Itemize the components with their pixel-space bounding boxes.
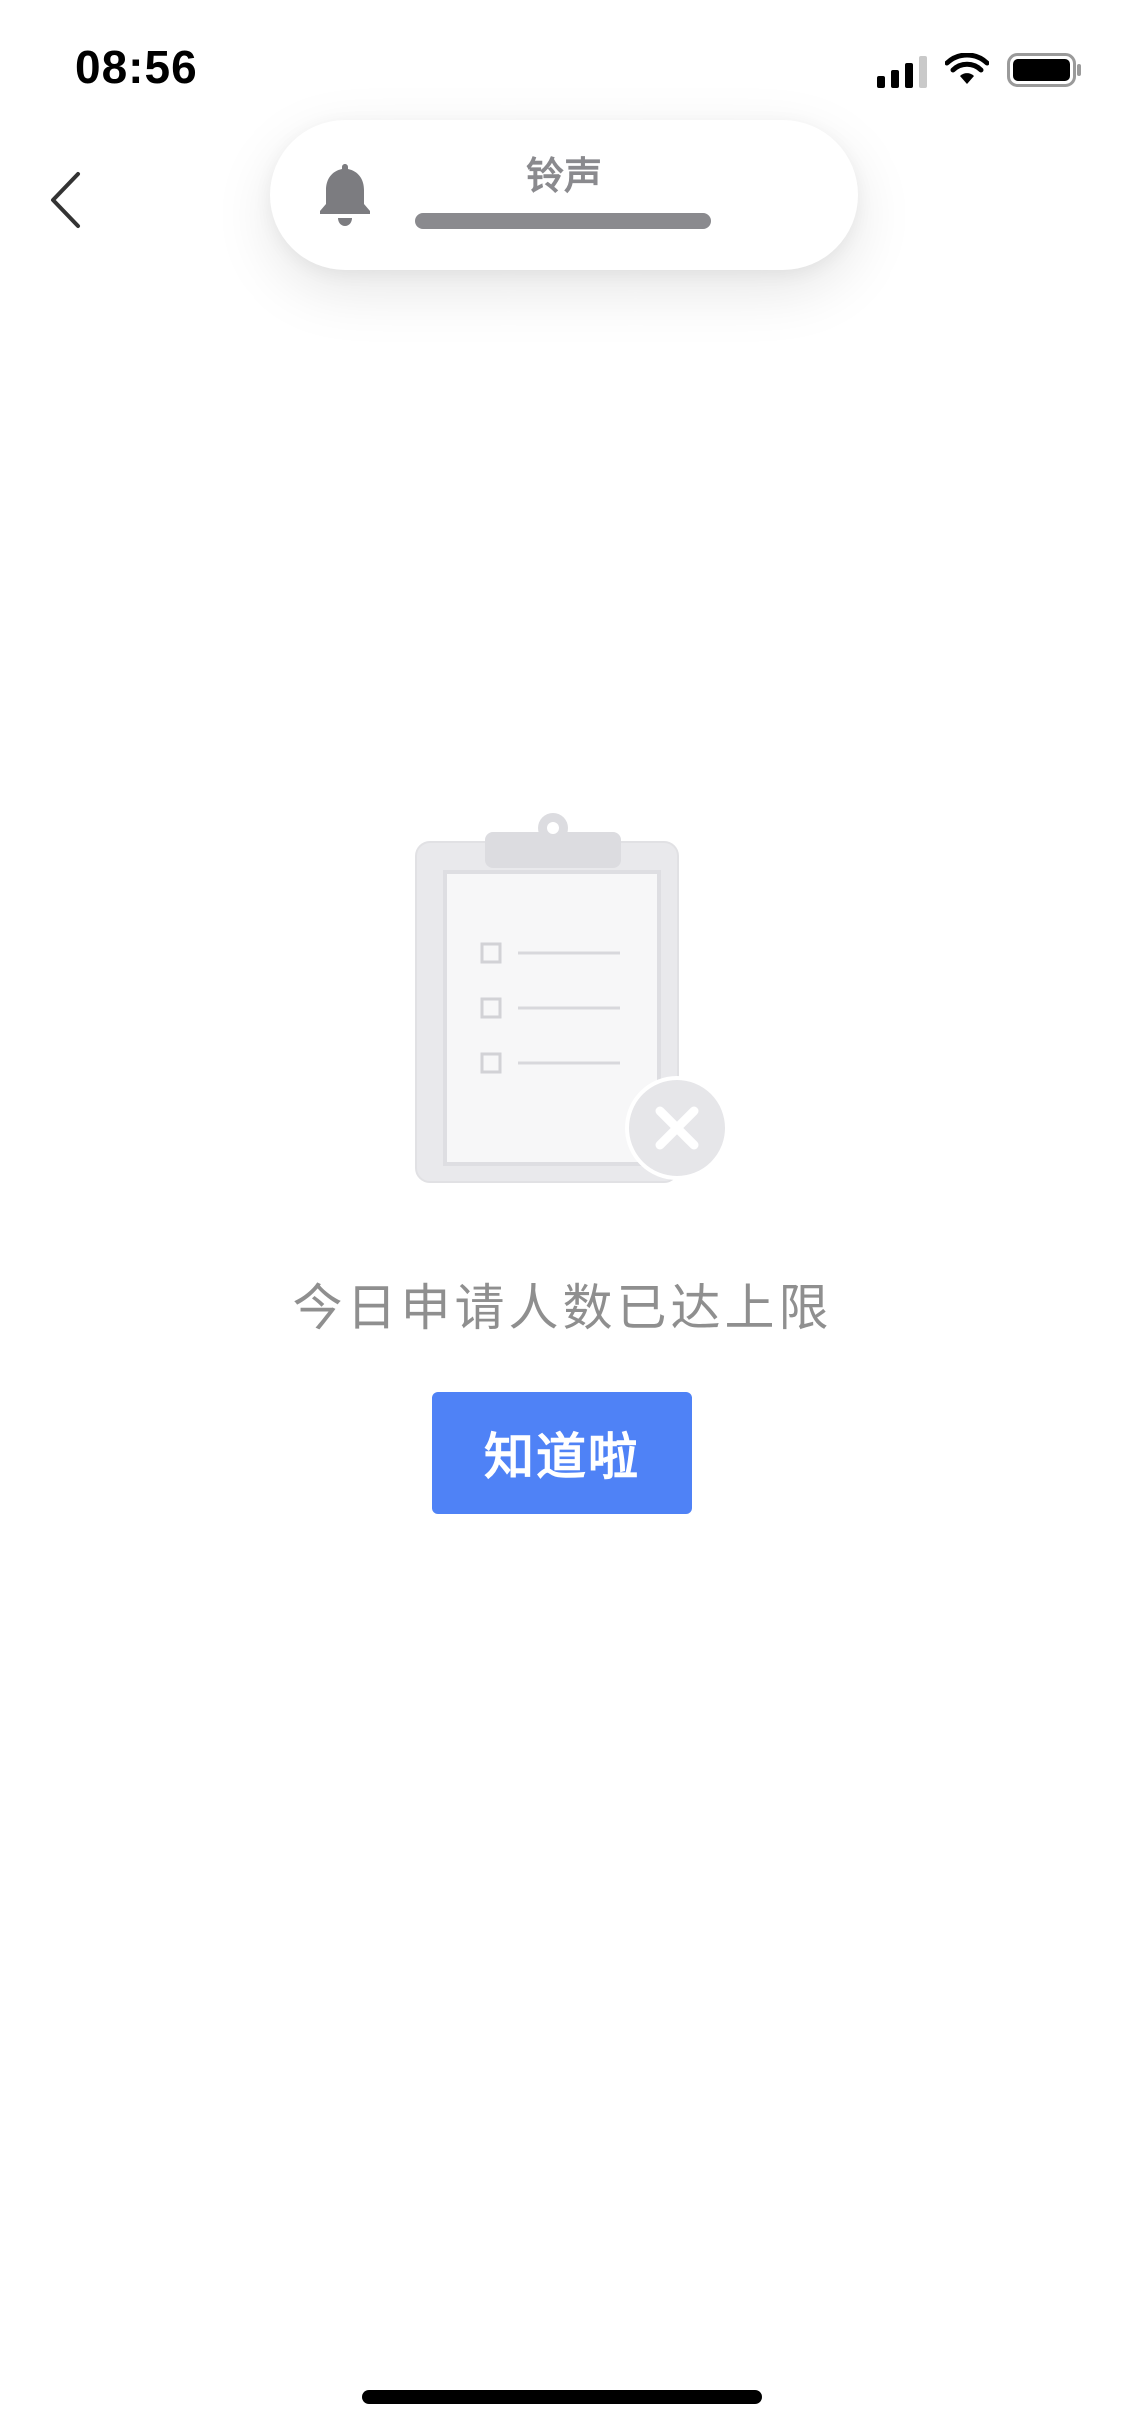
chevron-left-icon — [51, 172, 80, 228]
status-time: 08:56 — [75, 41, 198, 93]
battery-icon — [1007, 53, 1081, 87]
limit-reached-message: 今日申请人数已达上限 — [292, 1279, 833, 1337]
acknowledge-button[interactable]: 知道啦 — [432, 1392, 692, 1514]
ringtone-level-bar — [415, 213, 711, 229]
status-icons — [877, 50, 1083, 90]
back-button[interactable] — [30, 160, 100, 240]
clipboard-error-icon — [415, 813, 729, 1183]
ringtone-volume-hud: 铃声 — [270, 120, 858, 270]
wifi-icon — [945, 53, 989, 84]
cellular-signal-icon — [877, 52, 927, 88]
home-indicator[interactable] — [362, 2390, 762, 2404]
ringtone-label: 铃声 — [525, 154, 602, 198]
